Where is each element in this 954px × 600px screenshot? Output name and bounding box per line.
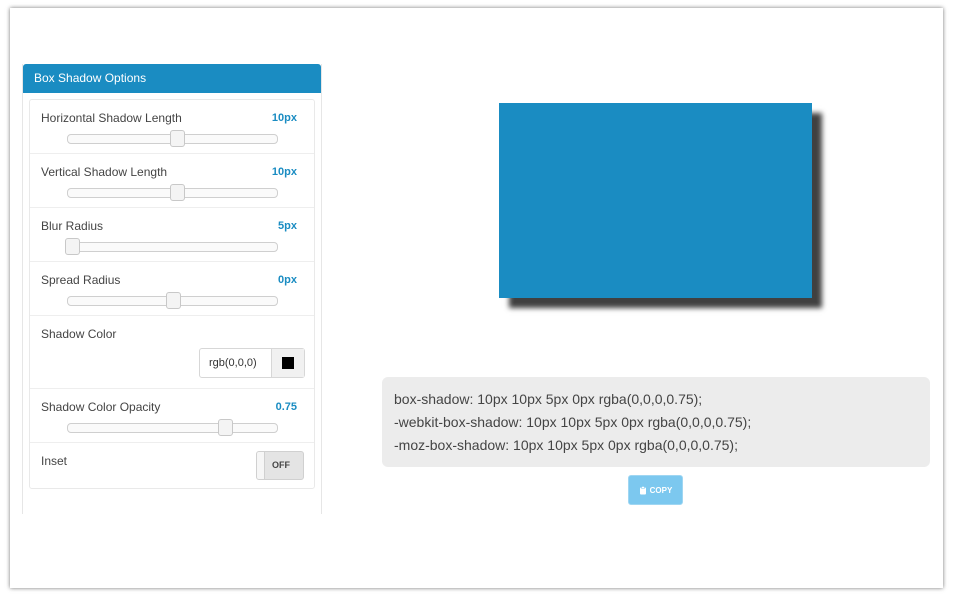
option-label: Inset [41, 454, 68, 468]
option-value: 10px [271, 166, 297, 178]
vertical-shadow-slider[interactable] [67, 184, 278, 201]
slider-handle[interactable] [217, 419, 233, 436]
box-shadow-options-panel: Box Shadow Options Horizontal Shadow Len… [22, 64, 322, 514]
code-line: box-shadow: 10px 10px 5px 0px rgba(0,0,0… [394, 391, 703, 407]
option-shadow-color: Shadow Color rgb(0,0,0) [30, 316, 314, 389]
copy-button-label: COPY [649, 485, 673, 495]
copy-button[interactable]: COPY [628, 475, 683, 505]
toggle-knob[interactable] [257, 452, 265, 479]
option-label: Horizontal Shadow Length [41, 111, 182, 125]
css-code-output: box-shadow: 10px 10px 5px 0px rgba(0,0,0… [382, 377, 930, 467]
option-inset: Inset OFF [30, 443, 314, 488]
slider-handle[interactable] [169, 130, 185, 147]
option-spread-radius: Spread Radius 0px [30, 262, 314, 316]
slider-handle[interactable] [65, 238, 81, 255]
option-label: Shadow Color Opacity [41, 400, 161, 414]
option-blur-radius: Blur Radius 5px [30, 208, 314, 262]
app-window: Box Shadow Options Horizontal Shadow Len… [10, 8, 943, 588]
option-value: 0px [278, 274, 297, 286]
option-vertical-shadow: Vertical Shadow Length 10px [30, 154, 314, 208]
clipboard-icon [639, 485, 646, 494]
options-list: Horizontal Shadow Length 10px Vertical S… [29, 99, 315, 489]
color-value[interactable]: rgb(0,0,0) [209, 357, 257, 369]
option-value: 5px [278, 220, 297, 232]
blur-radius-slider[interactable] [65, 238, 278, 255]
inset-toggle[interactable]: OFF [256, 451, 304, 480]
panel-title: Box Shadow Options [23, 64, 321, 93]
color-swatch[interactable] [282, 357, 294, 369]
option-label: Vertical Shadow Length [41, 165, 168, 179]
option-value: 10px [271, 112, 297, 124]
option-label: Shadow Color [41, 327, 117, 341]
option-label: Blur Radius [41, 219, 104, 233]
shadow-opacity-slider[interactable] [67, 419, 278, 436]
shadow-preview-box [499, 103, 812, 298]
toggle-state: OFF [272, 460, 290, 470]
option-label: Spread Radius [41, 273, 121, 287]
slider-handle[interactable] [169, 184, 185, 201]
code-line: -webkit-box-shadow: 10px 10px 5px 0px rg… [394, 414, 752, 430]
option-value: 0.75 [275, 401, 297, 413]
option-horizontal-shadow: Horizontal Shadow Length 10px [30, 100, 314, 154]
slider-handle[interactable] [165, 292, 181, 309]
spread-radius-slider[interactable] [67, 292, 278, 309]
color-picker-button[interactable] [271, 349, 304, 377]
shadow-color-input[interactable]: rgb(0,0,0) [199, 348, 305, 378]
code-line: -moz-box-shadow: 10px 10px 5px 0px rgba(… [394, 437, 738, 453]
horizontal-shadow-slider[interactable] [67, 130, 278, 147]
option-shadow-opacity: Shadow Color Opacity 0.75 [30, 389, 314, 443]
